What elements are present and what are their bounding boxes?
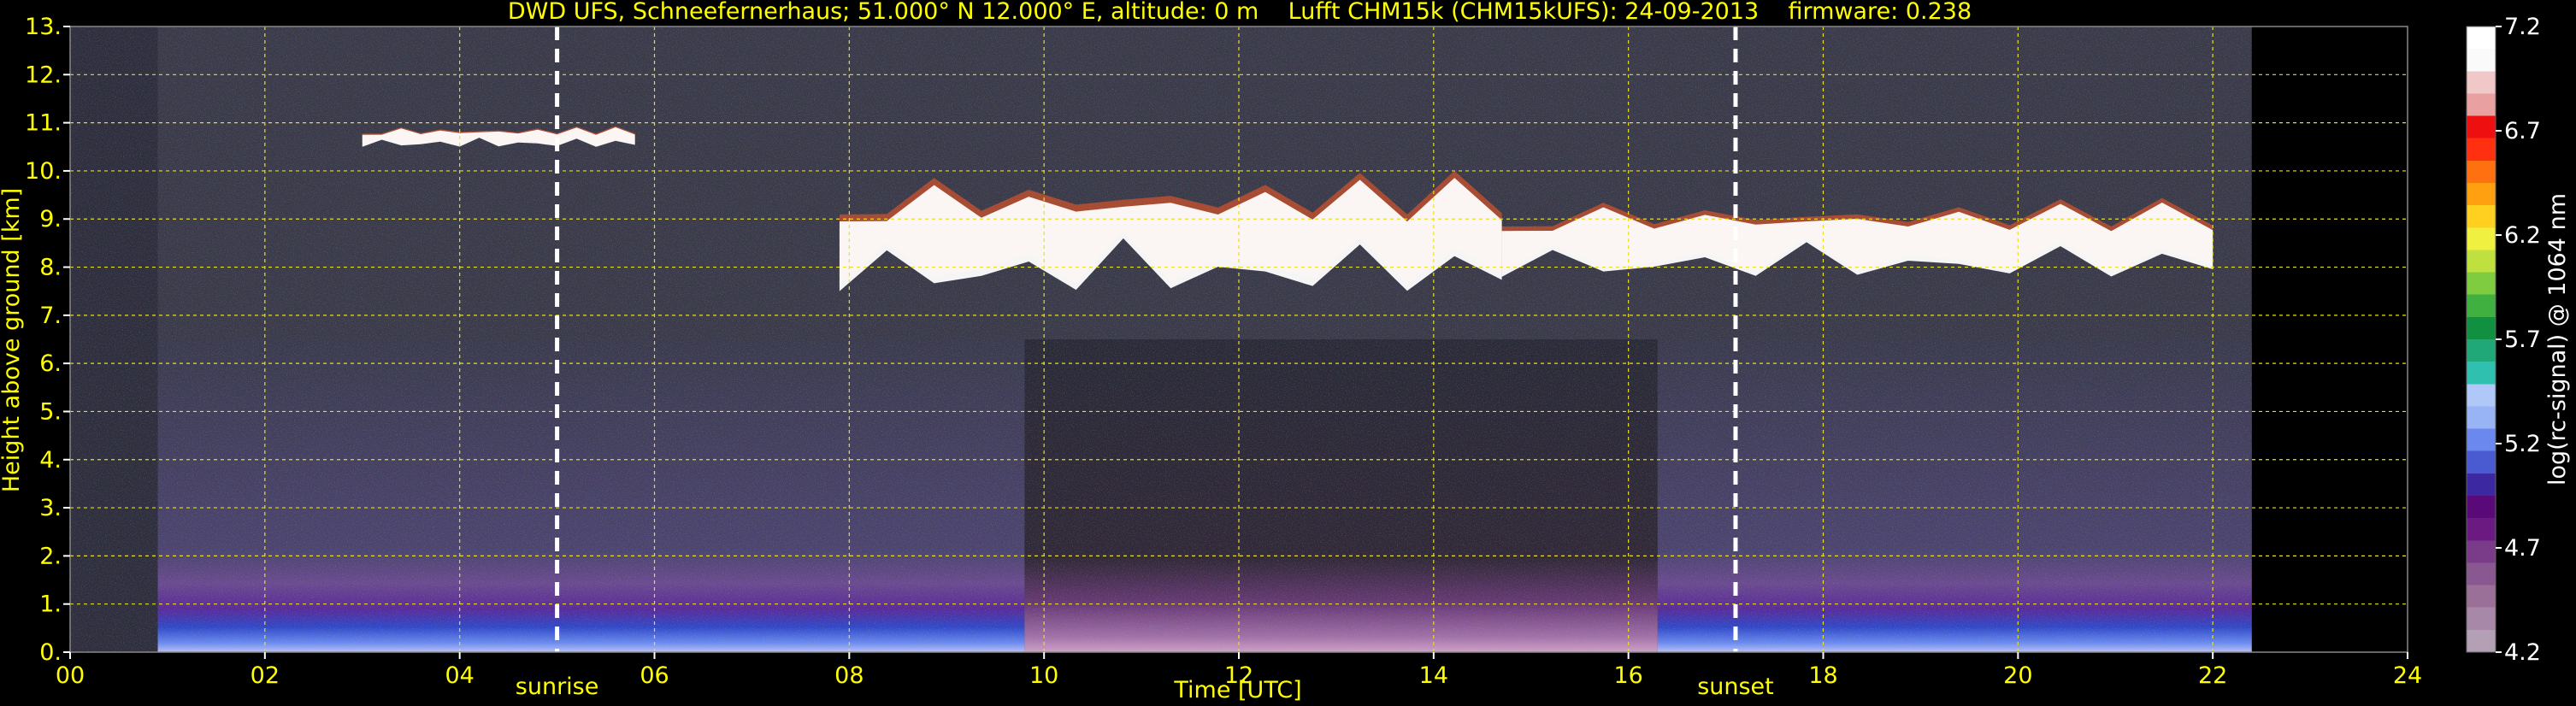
x-tick-label: 16	[1613, 662, 1642, 689]
x-tick-label: 10	[1029, 662, 1058, 689]
x-tick-label: 04	[445, 662, 474, 689]
y-tick-label: 7.	[39, 303, 62, 329]
y-axis-ticks: 0. 1. 2. 3. 4. 5. 6. 7. 8. 9. 10. 11. 12. 13.	[25, 14, 70, 666]
colorbar-tick-label: 4.2	[2504, 639, 2541, 666]
colorbar-swatch	[2466, 26, 2496, 653]
colorbar-ticks: 4.2 4.7 5.2 5.7 6.2 6.7 7.2	[2496, 14, 2541, 666]
ceilometer-chart: 00 02 04 06 08 10 12 14 16 18 20 22 24 0.1.2.3.4.5.6…	[0, 0, 2571, 703]
x-tick-label: 02	[251, 662, 280, 689]
y-tick-label: 12.	[25, 62, 62, 88]
plot-area	[69, 26, 2408, 653]
x-tick-label: 24	[2393, 662, 2422, 689]
marker-label: sunset	[1697, 674, 1774, 700]
y-tick-label: 6.	[39, 350, 62, 377]
chart-title: DWD UFS, Schneefernerhaus; 51.000° N 12.…	[508, 0, 1972, 25]
x-tick-label: 14	[1419, 662, 1448, 689]
x-tick-label: 18	[1808, 662, 1837, 689]
y-tick-label: 1.	[39, 591, 62, 618]
x-tick-label: 20	[2003, 662, 2032, 689]
y-tick-label: 9.	[39, 206, 62, 232]
colorbar-tick-label: 6.2	[2504, 222, 2541, 249]
noise-texture	[70, 26, 2252, 652]
y-tick-label: 4.	[39, 447, 62, 474]
colorbar-tick-label: 7.2	[2504, 14, 2541, 40]
y-tick-label: 10.	[25, 158, 62, 185]
y-tick-label: 13.	[25, 14, 62, 40]
x-tick-label: 06	[640, 662, 669, 689]
colorbar-tick-label: 6.7	[2504, 118, 2541, 144]
y-tick-label: 2.	[39, 543, 62, 569]
x-axis-label: Time [UTC]	[1173, 677, 1301, 703]
x-tick-label: 00	[56, 662, 85, 689]
x-tick-label: 22	[2198, 662, 2227, 689]
marker-label: sunrise	[516, 674, 599, 700]
y-tick-label: 11.	[25, 110, 62, 137]
y-tick-label: 3.	[39, 495, 62, 521]
y-tick-label: 8.	[39, 255, 62, 281]
colorbar: 4.2 4.7 5.2 5.7 6.2 6.7 7.2 log(rc-signal) @ 1…	[2466, 14, 2571, 666]
colorbar-tick-label: 5.7	[2504, 327, 2541, 353]
colorbar-label: log(rc-signal) @ 1064 nm	[2544, 193, 2571, 485]
y-axis-label: Height above ground [km]	[0, 188, 25, 492]
colorbar-tick-label: 4.7	[2504, 535, 2541, 562]
colorbar-tick-label: 5.2	[2504, 431, 2541, 457]
x-tick-label: 08	[834, 662, 864, 689]
y-tick-label: 5.	[39, 398, 62, 425]
y-tick-label: 0.	[39, 639, 62, 666]
